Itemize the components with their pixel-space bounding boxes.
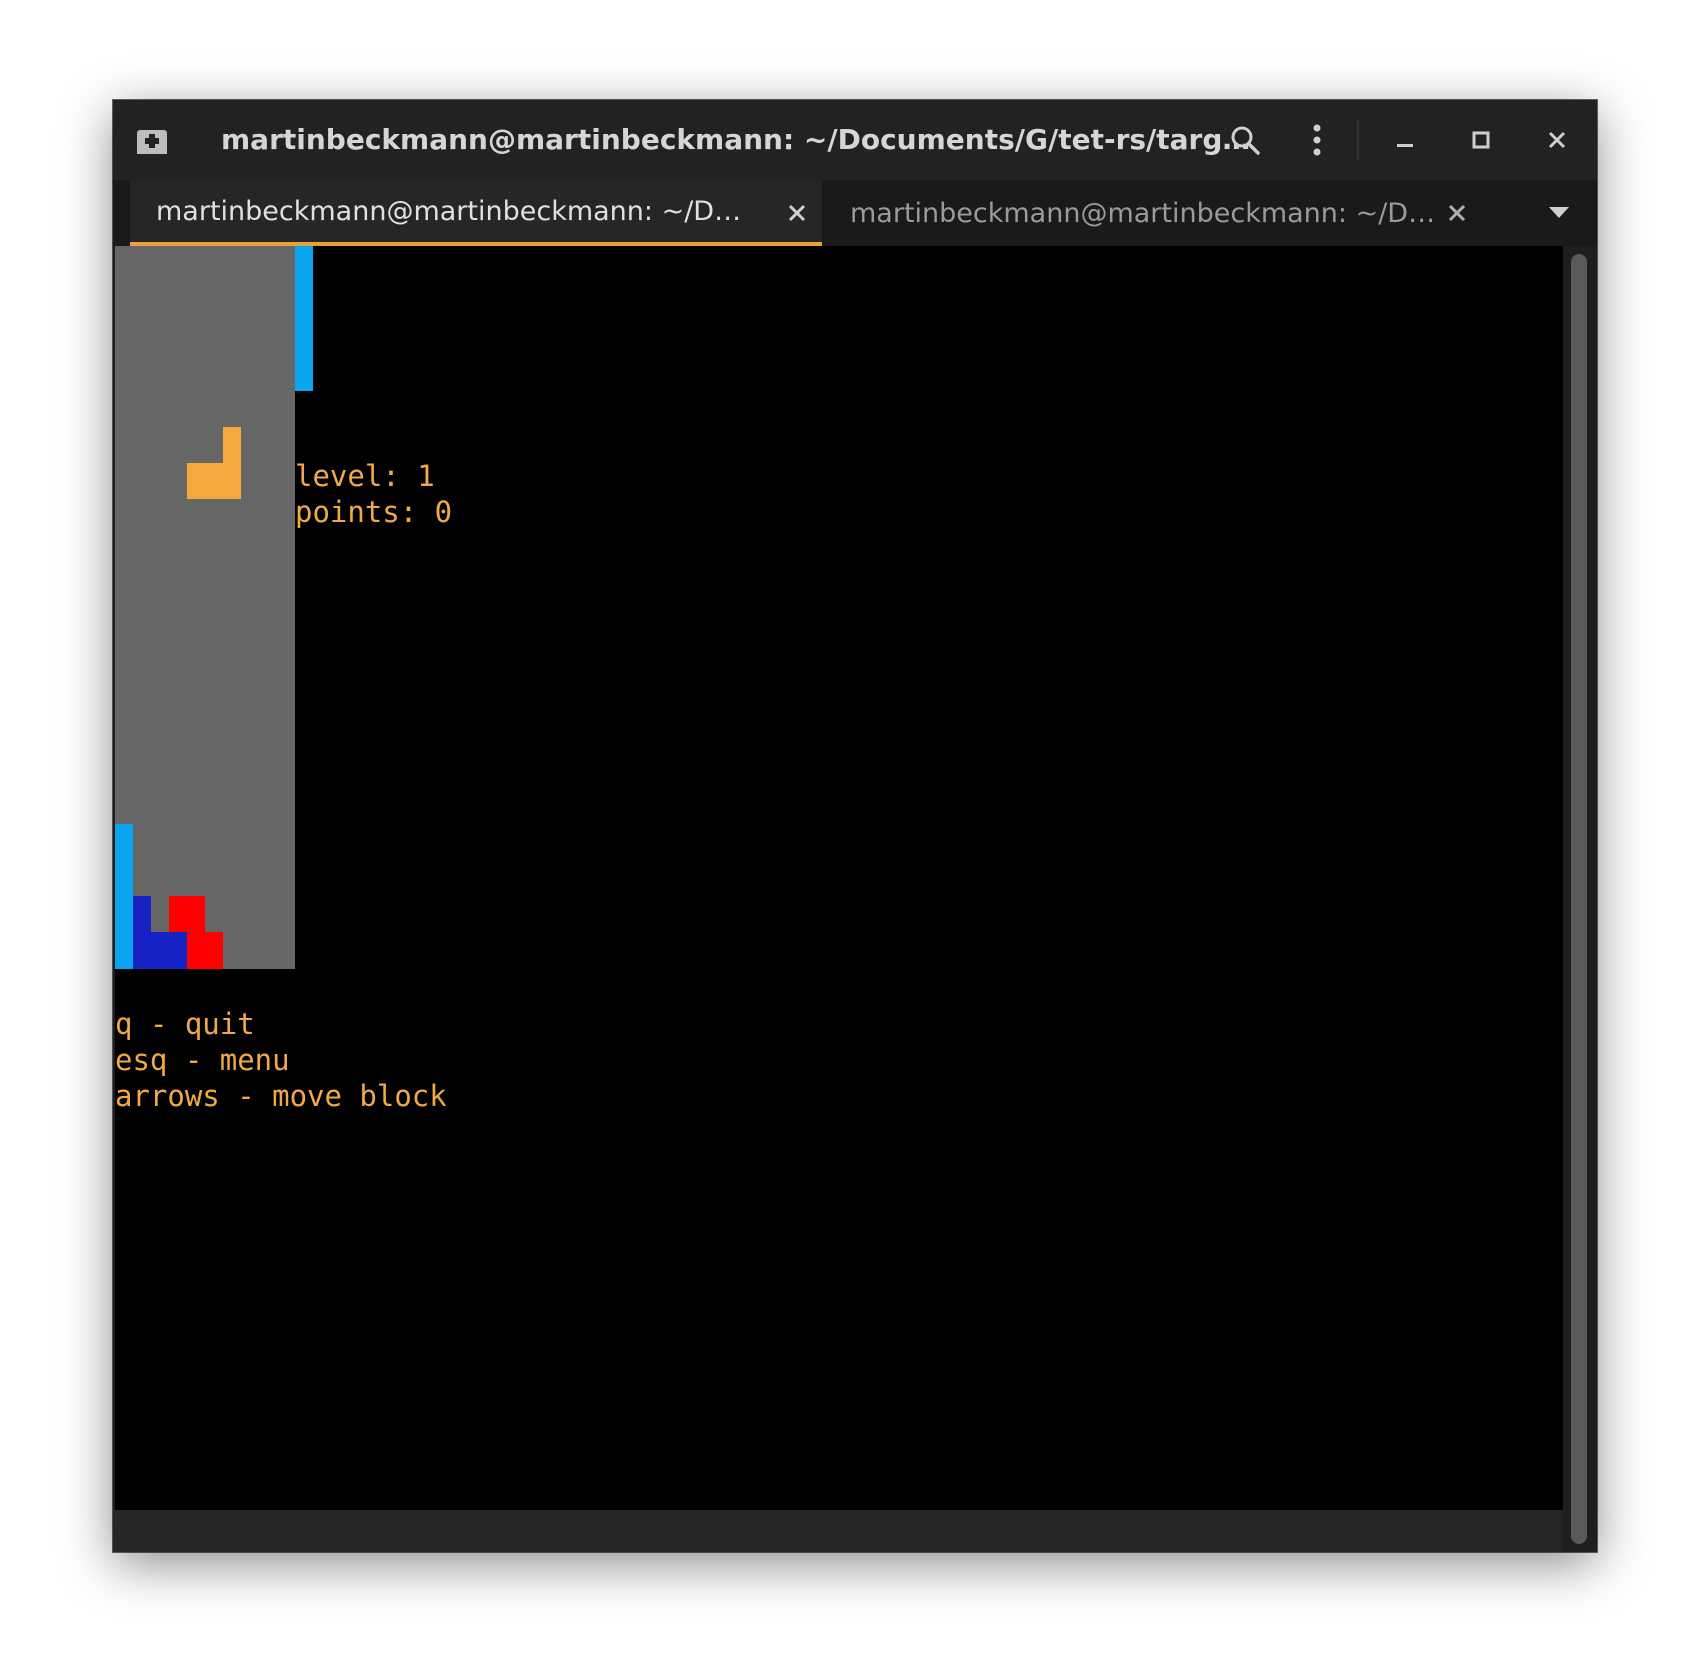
- stacked-j-block: [133, 932, 187, 969]
- next-piece-block: [223, 427, 241, 463]
- titlebar-separator: [1357, 120, 1359, 160]
- close-icon[interactable]: [782, 198, 812, 228]
- next-piece-block: [187, 463, 241, 499]
- help-menu: esq - menu: [115, 1043, 290, 1077]
- new-tab-icon[interactable]: [135, 124, 169, 158]
- tab-terminal-2[interactable]: martinbeckmann@martinbeckmann: ~/D…: [822, 180, 1482, 246]
- maximize-icon[interactable]: [1459, 118, 1503, 162]
- terminal-bottom-strip: [113, 1510, 1563, 1552]
- minimize-icon[interactable]: [1383, 118, 1427, 162]
- help-move: arrows - move block: [115, 1079, 447, 1113]
- stacked-i-block: [115, 824, 133, 969]
- scrollbar-thumb[interactable]: [1571, 254, 1587, 1544]
- chevron-down-icon[interactable]: [1541, 198, 1577, 228]
- close-icon[interactable]: [1535, 118, 1579, 162]
- points-text: points: 0: [295, 495, 453, 529]
- close-icon[interactable]: [1442, 198, 1472, 228]
- tab-label: martinbeckmann@martinbeckmann: ~/D…: [156, 195, 742, 227]
- game-board: [115, 246, 295, 969]
- search-icon[interactable]: [1223, 118, 1267, 162]
- terminal-window: martinbeckmann@martinbeckmann: ~/Documen…: [113, 100, 1597, 1552]
- tab-label: martinbeckmann@martinbeckmann: ~/D…: [850, 197, 1436, 229]
- terminal-area[interactable]: level: 1 points: 0 q - quit esq - menu a…: [115, 246, 1563, 1510]
- tab-terminal-1[interactable]: martinbeckmann@martinbeckmann: ~/D…: [130, 180, 822, 246]
- window-title: martinbeckmann@martinbeckmann: ~/Documen…: [221, 123, 1251, 156]
- level-text: level: 1: [295, 459, 435, 493]
- stacked-z-block: [169, 896, 205, 932]
- stacked-j-block: [133, 896, 151, 932]
- stacked-z-block: [187, 932, 223, 969]
- falling-i-block: [295, 246, 313, 391]
- title-bar: martinbeckmann@martinbeckmann: ~/Documen…: [113, 100, 1597, 180]
- help-quit: q - quit: [115, 1007, 255, 1041]
- kebab-menu-icon[interactable]: [1295, 118, 1339, 162]
- tab-bar: martinbeckmann@martinbeckmann: ~/D… mart…: [113, 180, 1597, 246]
